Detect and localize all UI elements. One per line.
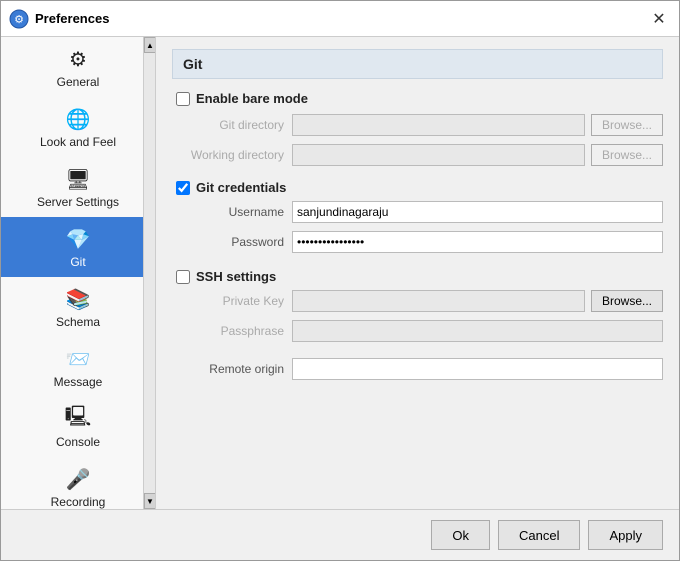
app-icon: ⚙ (9, 9, 29, 29)
sidebar-item-message[interactable]: 📨 Message (1, 337, 155, 397)
scroll-down-arrow[interactable]: ▼ (144, 493, 156, 509)
recording-icon: 🎤 (64, 465, 92, 493)
working-directory-label: Working directory (172, 148, 292, 162)
sidebar-item-recording[interactable]: 🎤 Recording (1, 457, 155, 509)
sidebar-item-git[interactable]: 💎 Git (1, 217, 155, 277)
footer: Ok Cancel Apply (1, 509, 679, 560)
working-directory-browse-button[interactable]: Browse... (591, 144, 663, 166)
git-directory-label: Git directory (172, 118, 292, 132)
private-key-input[interactable] (292, 290, 585, 312)
close-button[interactable]: ✕ (647, 7, 671, 31)
server-settings-icon: 🖥 (64, 165, 92, 193)
section-title: Git (172, 49, 663, 79)
message-icon: 📨 (64, 345, 92, 373)
working-directory-row: Working directory Browse... (172, 144, 663, 166)
ssh-settings-checkbox[interactable] (176, 270, 190, 284)
sidebar-list: ⚙ General 🌐 Look and Feel 🖥 Server Setti… (1, 37, 155, 509)
scroll-up-arrow[interactable]: ▲ (144, 37, 156, 53)
console-icon: 🖳 (64, 405, 92, 433)
ssh-settings-row: SSH settings (172, 269, 663, 284)
working-directory-input[interactable] (292, 144, 585, 166)
sidebar-item-server-settings[interactable]: 🖥 Server Settings (1, 157, 155, 217)
private-key-browse-button[interactable]: Browse... (591, 290, 663, 312)
sidebar-item-general[interactable]: ⚙ General (1, 37, 155, 97)
password-label: Password (172, 235, 292, 249)
enable-bare-mode-row: Enable bare mode (172, 91, 663, 106)
sidebar-item-label-git: Git (70, 255, 85, 269)
passphrase-row: Passphrase (172, 320, 663, 342)
svg-text:⚙: ⚙ (14, 14, 24, 26)
private-key-label: Private Key (172, 294, 292, 308)
scroll-track (144, 53, 155, 493)
git-credentials-label: Git credentials (196, 180, 286, 195)
sidebar-item-label-console: Console (56, 435, 100, 449)
git-credentials-row: Git credentials (172, 180, 663, 195)
username-label: Username (172, 205, 292, 219)
username-row: Username (172, 201, 663, 223)
remote-origin-row: Remote origin (172, 358, 663, 380)
sidebar-item-label-schema: Schema (56, 315, 100, 329)
enable-bare-mode-checkbox[interactable] (176, 92, 190, 106)
main-panel: Git Enable bare mode Git directory Brows… (156, 37, 679, 509)
remote-origin-label: Remote origin (172, 362, 292, 376)
look-and-feel-icon: 🌐 (64, 105, 92, 133)
passphrase-label: Passphrase (172, 324, 292, 338)
remote-origin-input[interactable] (292, 358, 663, 380)
sidebar-scrollbar: ▲ ▼ (143, 37, 155, 509)
sidebar-item-label-look-and-feel: Look and Feel (40, 135, 116, 149)
ok-button[interactable]: Ok (431, 520, 490, 550)
title-bar: ⚙ Preferences ✕ (1, 1, 679, 37)
window-title: Preferences (35, 11, 647, 26)
sidebar: ⚙ General 🌐 Look and Feel 🖥 Server Setti… (1, 37, 156, 509)
enable-bare-mode-label: Enable bare mode (196, 91, 308, 106)
sidebar-item-label-message: Message (54, 375, 103, 389)
cancel-button[interactable]: Cancel (498, 520, 580, 550)
password-input[interactable] (292, 231, 663, 253)
username-input[interactable] (292, 201, 663, 223)
git-directory-input[interactable] (292, 114, 585, 136)
content-area: ⚙ General 🌐 Look and Feel 🖥 Server Setti… (1, 37, 679, 509)
ssh-settings-label: SSH settings (196, 269, 276, 284)
private-key-row: Private Key Browse... (172, 290, 663, 312)
git-directory-row: Git directory Browse... (172, 114, 663, 136)
sidebar-item-label-general: General (57, 75, 100, 89)
git-credentials-checkbox[interactable] (176, 181, 190, 195)
sidebar-item-look-and-feel[interactable]: 🌐 Look and Feel (1, 97, 155, 157)
schema-icon: 📚 (64, 285, 92, 313)
sidebar-item-console[interactable]: 🖳 Console (1, 397, 155, 457)
apply-button[interactable]: Apply (588, 520, 663, 550)
git-icon: 💎 (64, 225, 92, 253)
general-icon: ⚙ (64, 45, 92, 73)
password-row: Password (172, 231, 663, 253)
passphrase-input[interactable] (292, 320, 663, 342)
git-directory-browse-button[interactable]: Browse... (591, 114, 663, 136)
sidebar-item-schema[interactable]: 📚 Schema (1, 277, 155, 337)
sidebar-item-label-server-settings: Server Settings (37, 195, 119, 209)
sidebar-item-label-recording: Recording (51, 495, 106, 509)
preferences-window: ⚙ Preferences ✕ ⚙ General 🌐 Look and Fee… (0, 0, 680, 561)
